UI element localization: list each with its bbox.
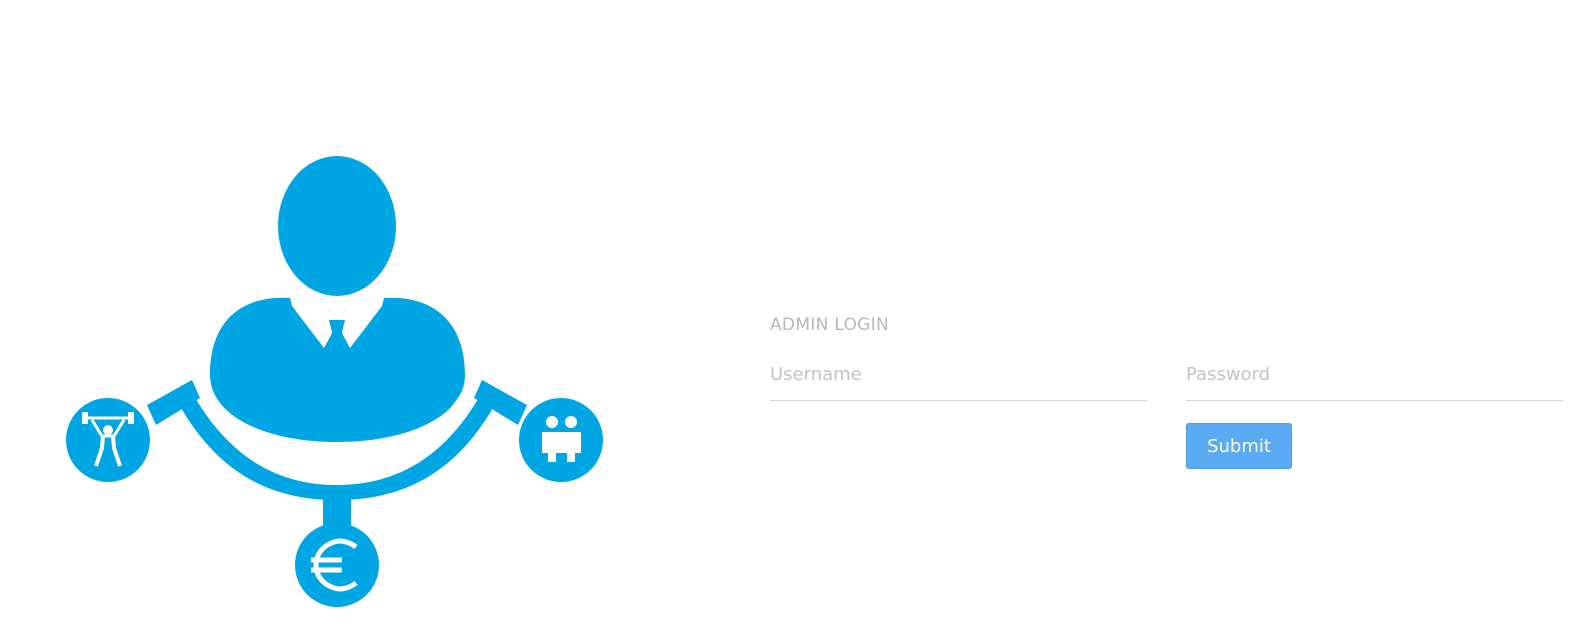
username-input[interactable]	[770, 356, 1147, 392]
submit-button[interactable]: Submit	[1186, 423, 1292, 469]
person-network-logo	[60, 150, 620, 610]
admin-login-title: ADMIN LOGIN	[770, 315, 889, 335]
username-field	[770, 356, 1147, 401]
password-field	[1186, 356, 1563, 401]
password-input[interactable]	[1186, 356, 1563, 392]
login-page: ADMIN LOGIN Submit	[0, 0, 1570, 644]
